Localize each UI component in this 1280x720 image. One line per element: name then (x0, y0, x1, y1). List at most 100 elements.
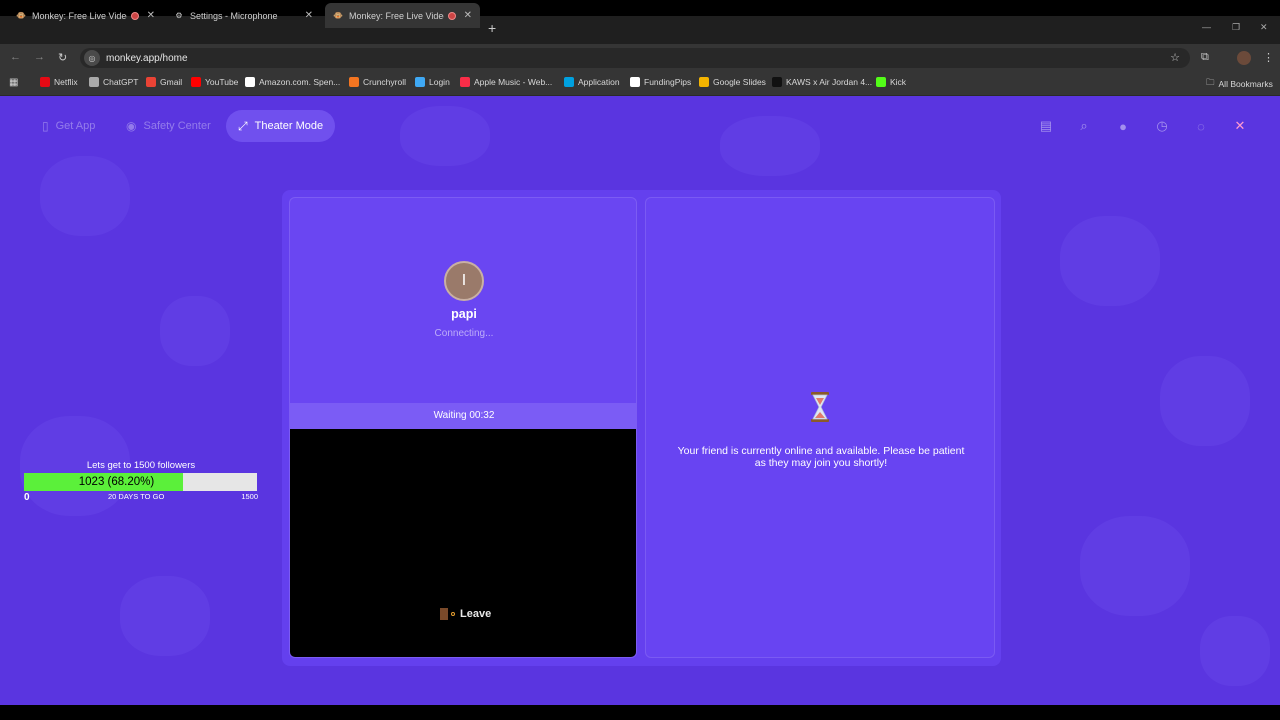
bookmark-favicon-icon (564, 77, 574, 87)
minimize-icon[interactable]: — (1202, 22, 1211, 32)
reload-icon[interactable]: ↻ (58, 51, 67, 64)
goal-progress-bar: 1023 (68.20%) (24, 473, 257, 491)
bookmark-item[interactable]: YouTube (191, 77, 238, 87)
bookmark-label: Gmail (160, 77, 183, 87)
monkey-favicon-icon: 🐵 (333, 11, 343, 20)
chat-icon[interactable]: ◌ (1191, 116, 1211, 136)
new-tab-plus-icon[interactable]: + (488, 20, 496, 36)
bookmark-item[interactable]: Crunchyroll (349, 77, 406, 87)
get-app-label: Get App (55, 120, 96, 132)
recording-icon (130, 11, 139, 20)
waiting-timer: Waiting 00:32 (290, 403, 636, 429)
window-close-icon[interactable]: ✕ (1260, 22, 1268, 33)
bookmark-label: Application (578, 77, 620, 87)
bookmark-favicon-icon (630, 77, 640, 87)
tab-title: Settings - Microphone (190, 10, 278, 21)
bookmark-item[interactable]: FundingPips (630, 77, 691, 87)
bookmark-label: Crunchyroll (363, 77, 406, 87)
username: papi (451, 307, 477, 321)
tab-monkey-1[interactable]: 🐵 Monkey: Free Live Video Ch ✕ (8, 3, 163, 28)
browser-window: 🐵 Monkey: Free Live Video Ch ✕ ⚙ Setting… (0, 0, 1280, 720)
bookmark-item[interactable]: Login (415, 77, 450, 87)
bookmark-star-icon[interactable]: ☆ (1170, 51, 1180, 64)
bookmark-favicon-icon (191, 77, 201, 87)
theater-mode-label: Theater Mode (254, 120, 324, 132)
hourglass-icon (811, 392, 829, 422)
tab-title: Monkey: Free Live Video Ch (349, 10, 444, 21)
restore-icon[interactable]: ❐ (1232, 22, 1240, 33)
user-avatar-icon[interactable]: ✕ (1230, 116, 1250, 136)
tab-monkey-active[interactable]: 🐵 Monkey: Free Live Video Ch ✕ (325, 3, 480, 28)
history-clock-icon[interactable]: ◷ (1152, 116, 1172, 136)
bookmark-item[interactable]: Amazon.com. Spen... (245, 77, 340, 87)
profile-avatar[interactable] (1237, 51, 1251, 65)
close-icon[interactable]: ✕ (464, 10, 472, 21)
door-icon (440, 608, 448, 620)
avatar-letter: I (461, 272, 467, 289)
bookmark-item[interactable]: ChatGPT (89, 77, 138, 87)
bookmark-favicon-icon (876, 77, 886, 87)
back-arrow-icon[interactable]: ← (10, 51, 21, 63)
site-info-icon[interactable]: ◎ (84, 50, 100, 66)
bookmark-item[interactable]: Gmail (146, 77, 182, 87)
all-bookmarks[interactable]: 🗀 All Bookmarks (1206, 77, 1273, 91)
coin-icon[interactable]: ● (1113, 116, 1133, 136)
gear-icon: ⚙ (175, 11, 183, 20)
leave-button[interactable]: Leave (440, 608, 491, 620)
tab-settings[interactable]: ⚙ Settings - Microphone ✕ (166, 3, 321, 28)
bookmark-label: Netflix (54, 77, 78, 87)
all-bookmarks-label: All Bookmarks (1218, 79, 1273, 89)
bookmark-label: Amazon.com. Spen... (259, 77, 341, 87)
close-icon[interactable]: ✕ (305, 10, 313, 21)
bookmark-favicon-icon (40, 77, 50, 87)
bookmark-favicon-icon (699, 77, 709, 87)
friend-status-message: Your friend is currently online and avai… (677, 445, 965, 469)
goal-days-label: 20 DAYS TO GO (108, 492, 165, 501)
bookmark-item[interactable]: Apple Music - Web... (460, 77, 552, 87)
bookmark-item[interactable]: Application (564, 77, 620, 87)
bookmark-label: FundingPips (644, 77, 692, 87)
folder-icon: 🗀 (1206, 77, 1215, 87)
bookmark-favicon-icon (146, 77, 156, 87)
close-icon[interactable]: ✕ (147, 10, 155, 21)
url-text: monkey.app/home (106, 52, 188, 64)
bookmark-favicon-icon (245, 77, 255, 87)
door-knob-icon (451, 612, 455, 616)
call-card: I papi Connecting... Waiting 00:32 Leave (289, 197, 637, 658)
monkey-page: ▯ Get App ◉ Safety Center ⤢ Theater Mode… (0, 96, 1280, 705)
search-icon[interactable]: ⌕ (1074, 116, 1094, 136)
shop-icon[interactable]: ▤ (1036, 116, 1056, 136)
bookmark-item[interactable]: Kick (876, 77, 906, 87)
bookmark-item[interactable]: KAWS x Air Jordan 4... (772, 77, 872, 87)
goal-value: 1023 (68.20%) (78, 476, 155, 488)
recording-icon (447, 11, 456, 20)
forward-arrow-icon[interactable]: → (34, 51, 45, 63)
tab-title: Monkey: Free Live Video Ch (32, 10, 127, 21)
get-app-button[interactable]: ▯ Get App (30, 110, 107, 142)
expand-icon: ⤢ (238, 118, 248, 133)
bookmark-label: Kick (890, 77, 907, 87)
apps-grid-icon[interactable]: ▦ (9, 77, 18, 88)
menu-kebab-icon[interactable]: ⋮ (1263, 51, 1274, 64)
avatar: I (444, 261, 484, 301)
bookmark-label: ChatGPT (103, 77, 139, 87)
friend-panel: Your friend is currently online and avai… (645, 197, 995, 658)
bookmark-item[interactable]: Google Slides (699, 77, 766, 87)
bookmark-label: Google Slides (713, 77, 766, 87)
bookmark-label: Apple Music - Web... (474, 77, 553, 87)
bookmark-item[interactable]: Netflix (40, 77, 78, 87)
shield-icon: ◉ (126, 119, 137, 133)
connection-status: Connecting... (434, 328, 494, 339)
extensions-icon[interactable]: ⧉ (1201, 51, 1209, 64)
bookmark-label: KAWS x Air Jordan 4... (786, 77, 873, 87)
bookmark-favicon-icon (415, 77, 425, 87)
video-preview (290, 429, 636, 657)
goal-title: Lets get to 1500 followers (86, 460, 196, 471)
bookmark-label: Login (429, 77, 450, 87)
goal-min-label: 0 (24, 492, 30, 503)
theater-mode-button[interactable]: ⤢ Theater Mode (226, 110, 336, 142)
bookmark-favicon-icon (89, 77, 99, 87)
safety-center-button[interactable]: ◉ Safety Center (114, 110, 223, 142)
address-bar[interactable]: ◎ monkey.app/home ☆ (80, 48, 1190, 68)
phone-icon: ▯ (42, 119, 49, 133)
